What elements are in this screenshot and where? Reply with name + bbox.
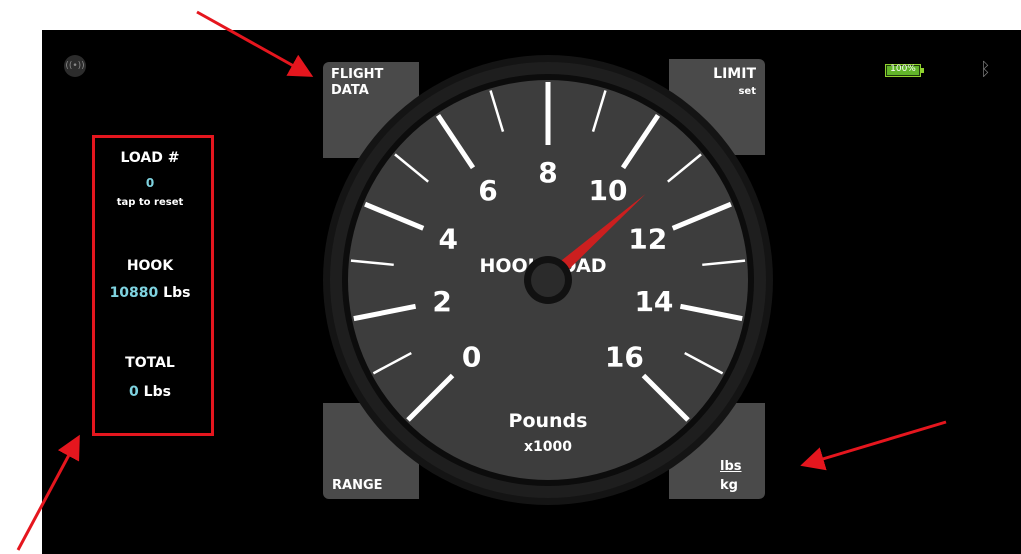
flight-data-label-line1[interactable]: FLIGHT: [331, 67, 383, 82]
total-reading: 0 Lbs: [89, 384, 211, 400]
battery-icon: 100%: [885, 64, 924, 77]
limit-sub-label[interactable]: set: [738, 86, 756, 97]
scale-label-4: 4: [438, 223, 457, 256]
battery-tip: [921, 68, 924, 73]
hook-unit: Lbs: [163, 285, 191, 301]
scale-label-6: 6: [478, 174, 497, 207]
scale-label-0: 0: [462, 340, 481, 373]
hook-reading: 10880 Lbs: [89, 285, 211, 301]
total-unit: Lbs: [143, 384, 171, 400]
units-kg-label[interactable]: kg: [720, 478, 738, 493]
limit-label[interactable]: LIMIT: [713, 66, 756, 82]
hook-load-gauge: 0246810121416HOOK LOADPoundsx1000: [323, 55, 773, 505]
range-label[interactable]: RANGE: [332, 478, 383, 493]
load-number-value[interactable]: 0: [89, 176, 211, 190]
scale-label-8: 8: [538, 156, 557, 189]
total-label: TOTAL: [125, 355, 175, 371]
scale-label-2: 2: [432, 285, 451, 318]
hook-label: HOOK: [126, 258, 174, 274]
hook-value: 10880: [109, 285, 159, 301]
scale-label-14: 14: [634, 285, 673, 318]
scale-label-10: 10: [589, 174, 628, 207]
load-number-label[interactable]: LOAD #: [89, 150, 211, 166]
bluetooth-icon: ᛒ: [980, 59, 991, 80]
signal-icon: ((•)): [64, 55, 86, 77]
battery-text: 100%: [890, 64, 916, 74]
total-value: 0: [129, 384, 139, 400]
units-lbs-label[interactable]: lbs: [720, 459, 742, 474]
scale-label-16: 16: [605, 340, 644, 373]
load-reset-hint[interactable]: tap to reset: [89, 197, 211, 208]
gauge-units-label: Pounds: [509, 410, 588, 432]
scale-label-12: 12: [628, 223, 667, 256]
needle-hub: [531, 263, 565, 297]
gauge-multiplier-label: x1000: [524, 439, 572, 455]
flight-data-label-line2[interactable]: DATA: [331, 83, 369, 98]
